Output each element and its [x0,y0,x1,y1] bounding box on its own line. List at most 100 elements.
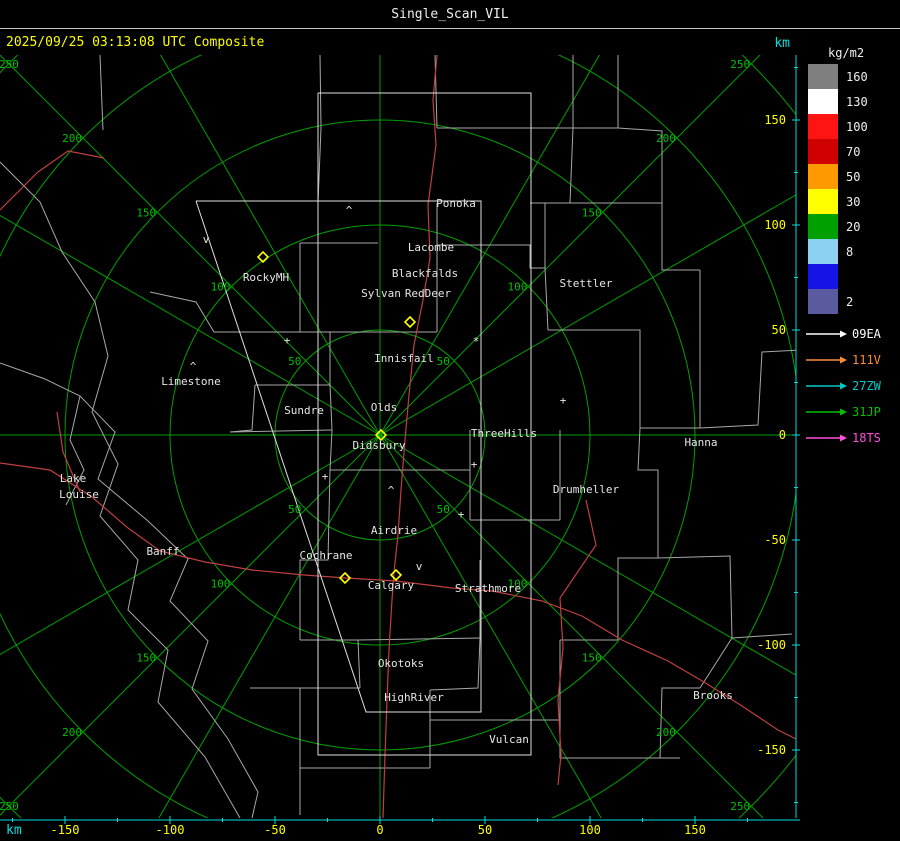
map-symbol: + [284,334,291,347]
city-label: Vulcan [489,733,529,746]
range-label: 250 [730,58,750,71]
map-symbol: + [560,394,567,407]
map-symbol: v [203,233,210,246]
city-label: Ponoka [436,197,476,210]
right-axis-unit-label: km [774,36,790,51]
county-boundary [661,203,700,271]
axis-tick-label: -150 [51,823,80,837]
radar-site-marker [403,315,417,329]
range-label: 150 [582,652,602,665]
legend-station-label: 09EA [852,327,882,341]
range-label: 150 [136,652,156,665]
title-bar: Single_Scan_VIL [0,0,900,29]
map-symbol: + [322,470,329,483]
legend-color-box [808,264,838,289]
legend-color-box [808,114,838,139]
city-label: Limestone [161,375,221,388]
range-label: 100 [508,281,528,294]
range-label: 200 [62,132,82,145]
city-label: Innisfail [374,352,434,365]
county-boundary [300,639,361,689]
county-boundary [617,557,658,640]
legend-color-box [808,289,838,314]
county-boundary [99,55,104,131]
range-label: 50 [288,503,301,516]
city-label: Didsbury [353,439,406,452]
county-boundary [0,362,259,818]
range-label: 50 [437,503,450,516]
timestamp: 2025/09/25 03:13:08 UTC Composite [6,35,265,50]
county-boundary [357,637,481,641]
county-boundary [229,384,256,433]
axis-tick-label: 50 [478,823,492,837]
city-label: Strathmore [455,582,521,595]
city-label: Cochrane [300,549,353,562]
legend-value-label: 8 [846,245,853,259]
bottom-axis-unit-label: km [6,823,22,838]
legend-unit-label: kg/m2 [828,46,864,60]
county-boundary [544,203,549,331]
city-label: RedDeer [405,287,452,300]
axis-tick-label: 150 [764,113,786,127]
axis-tick-label: -100 [156,823,185,837]
radial-line [379,434,602,818]
map-symbol: + [471,458,478,471]
highway [0,150,105,211]
county-boundary [657,555,733,639]
scan-area-outlines [195,92,532,756]
axis-tick-label: 50 [772,323,786,337]
station-arrow-head [840,408,847,416]
legend-color-box [808,214,838,239]
city-label: Lake [60,472,87,485]
radial-line [0,215,381,436]
city-label: Louise [59,488,99,501]
legend-station-label: 27ZW [852,379,882,393]
axis-tick-label: 0 [779,428,786,442]
county-boundary [149,291,300,333]
map-symbol: + [458,508,465,521]
axis-tick-label: -50 [264,823,286,837]
city-label: Banff [146,545,179,558]
range-label: 200 [62,726,82,739]
range-label: 200 [656,726,676,739]
range-label: 250 [0,800,19,813]
color-scale-legend: kg/m2 160 130 100 70 50 30 20 8 2 09EA 111V 27ZW 31JP… [806,46,882,445]
city-label: Okotoks [378,657,424,670]
city-label: Drumheller [553,483,620,496]
legend-value-label: 20 [846,220,860,234]
radial-line [0,434,381,816]
city-label: Lacombe [408,241,454,254]
map-symbol: ^ [346,204,353,217]
range-label: 150 [136,206,156,219]
map-symbol: v [416,560,423,573]
map-symbol: ^ [388,484,395,497]
legend-station-label: 111V [852,353,881,367]
radial-line [379,194,796,436]
legend-value-label: 30 [846,195,860,209]
city-label: Stettler [560,277,613,290]
legend-color-box [808,139,838,164]
radial-line [379,434,796,676]
city-label: Olds [371,401,398,414]
radar-display: 5010015020025050100150200250501001502002… [0,46,882,837]
legend-value-label: 50 [846,170,860,184]
legend-station-label: 31JP [852,405,881,419]
axis-tick-label: -150 [757,743,786,757]
legend-value-label: 100 [846,120,868,134]
legend-color-box [808,89,838,114]
map-symbol: * [473,335,480,348]
range-label: 100 [211,577,231,590]
county-boundary [0,161,241,818]
legend-station-label: 18TS [852,431,881,445]
county-boundary [637,427,659,558]
station-arrow-head [840,356,847,364]
axis-tick-label: 100 [764,218,786,232]
city-label: Sylvan [361,287,401,300]
legend-value-label: 130 [846,95,868,109]
city-label: Sundre [284,404,324,417]
county-boundary [429,637,481,691]
range-label: 200 [656,132,676,145]
legend-value-label: 2 [846,295,853,309]
city-label: Calgary [368,579,415,592]
city-label: Blackfalds [392,267,458,280]
